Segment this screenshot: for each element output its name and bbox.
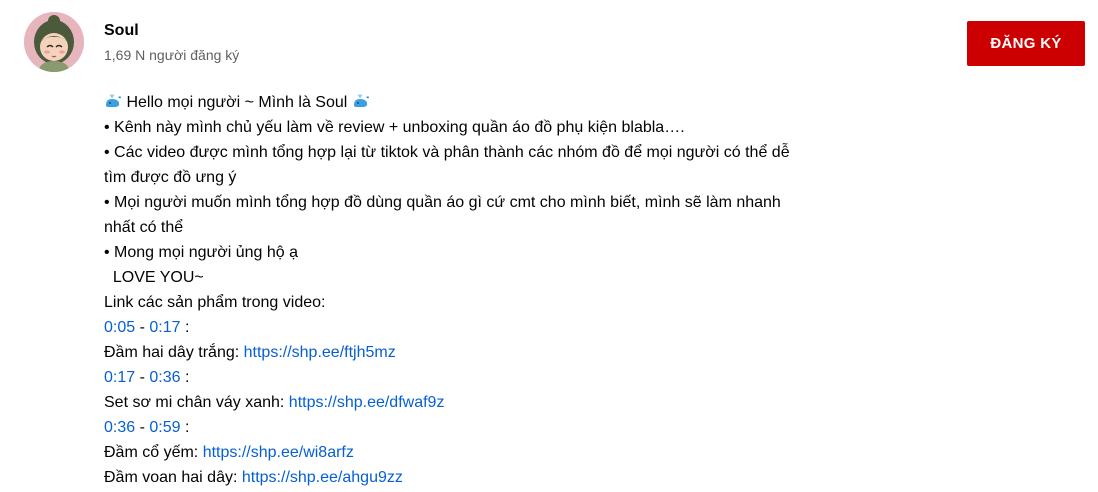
channel-description: Hello mọi người ~ Mình là Soul • Kênh nà…	[104, 90, 864, 490]
description-line: nhất có thể	[104, 219, 184, 236]
product-name: Đầm hai dây trắng:	[104, 344, 244, 361]
avatar-illustration	[24, 12, 84, 72]
greeting-line: Hello mọi người ~ Mình là Soul	[104, 90, 864, 115]
timestamp-link[interactable]: 0:36	[104, 419, 135, 436]
description-line: Link các sản phẩm trong video:	[104, 294, 326, 311]
product-line: Đầm hai dây trắng: https://shp.ee/ftjh5m…	[104, 340, 864, 365]
subscribe-button[interactable]: ĐĂNG KÝ	[967, 21, 1085, 66]
product-name: Set sơ mi chân váy xanh:	[104, 394, 289, 411]
product-link[interactable]: https://shp.ee/ftjh5mz	[244, 344, 396, 361]
range-colon: :	[180, 319, 190, 336]
description-line: tìm được đồ ưng ý	[104, 169, 237, 186]
timestamp-link[interactable]: 0:17	[104, 369, 135, 386]
channel-about-page: Soul 1,69 N người đăng ký ĐĂNG KÝ Hello …	[0, 0, 1098, 492]
channel-name[interactable]: Soul	[104, 22, 139, 40]
range-colon: :	[180, 369, 190, 386]
whale-emoji-icon	[353, 94, 369, 107]
timestamp-link[interactable]: 0:59	[149, 419, 180, 436]
description-line: • Các video được mình tổng hợp lại từ ti…	[104, 144, 790, 161]
product-link[interactable]: https://shp.ee/dfwaf9z	[289, 394, 445, 411]
description-line: • Mọi người muốn mình tổng hợp đồ dùng q…	[104, 194, 781, 211]
product-line: Đầm cổ yếm: https://shp.ee/wi8arfz	[104, 440, 864, 465]
product-line: Đầm voan hai dây: https://shp.ee/ahgu9zz	[104, 465, 864, 490]
timestamp-link[interactable]: 0:05	[104, 319, 135, 336]
product-name: Đầm cổ yếm:	[104, 444, 203, 461]
product-link[interactable]: https://shp.ee/ahgu9zz	[242, 469, 403, 486]
whale-emoji-icon	[106, 94, 121, 107]
description-line: • Mong mọi người ủng hộ ạ	[104, 244, 299, 261]
channel-avatar[interactable]	[24, 12, 84, 72]
timestamp-link[interactable]: 0:36	[149, 369, 180, 386]
range-separator: -	[135, 319, 150, 336]
description-line: • Kênh này mình chủ yếu làm về review + …	[104, 119, 685, 136]
range-separator: -	[135, 369, 150, 386]
timestamp-range: 0:36 - 0:59 :	[104, 415, 864, 440]
subscriber-count: 1,69 N người đăng ký	[104, 47, 240, 63]
description-line: LOVE YOU~	[104, 269, 204, 286]
greeting-text: Hello mọi người ~ Mình là Soul	[122, 94, 352, 111]
product-name: Đầm voan hai dây:	[104, 469, 242, 486]
product-line: Set sơ mi chân váy xanh: https://shp.ee/…	[104, 390, 864, 415]
timestamp-range: 0:17 - 0:36 :	[104, 365, 864, 390]
range-separator: -	[135, 419, 150, 436]
range-colon: :	[180, 419, 190, 436]
timestamp-link[interactable]: 0:17	[149, 319, 180, 336]
product-link[interactable]: https://shp.ee/wi8arfz	[203, 444, 354, 461]
timestamp-range: 0:05 - 0:17 :	[104, 315, 864, 340]
